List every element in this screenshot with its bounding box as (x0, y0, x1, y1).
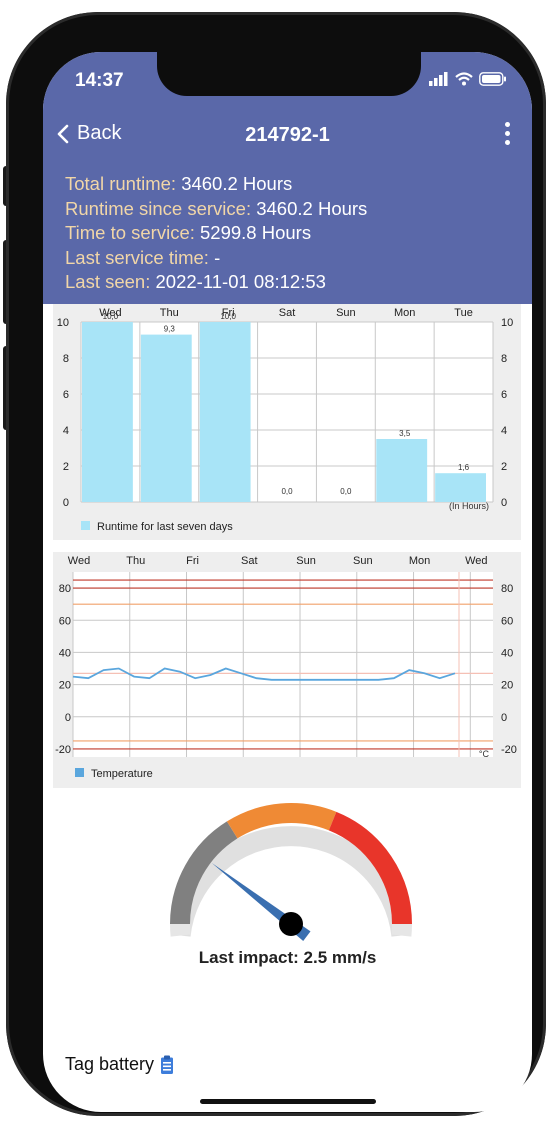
impact-gauge (161, 794, 421, 954)
data-label: 0,0 (340, 487, 352, 496)
x-tick-label: Sat (279, 307, 296, 319)
legend-label: Temperature (91, 768, 153, 780)
info-value: 3460.2 Hours (256, 197, 368, 219)
device-info: Total runtime: 3460.2 Hours Runtime sinc… (65, 172, 367, 295)
info-time-to-service: Time to service: 5299.8 Hours (65, 221, 367, 246)
runtime-chart: 0 0 2 2 4 4 6 6 8 8 10 10 Wed 10,0 Thu 9,3 Fri 10,0 Sat 0,0… (53, 304, 521, 540)
info-runtime-since-service: Runtime since service: 3460.2 Hours (65, 197, 367, 222)
y-tick-label-right: 2 (501, 461, 507, 473)
x-tick-label: Sun (353, 555, 373, 567)
x-tick-label: Mon (394, 307, 415, 319)
bar (435, 473, 486, 502)
y-tick-label: 10 (57, 317, 69, 329)
temperature-chart-svg: Wed Thu Fri Sat Sun Sun Mon Wed -20 -20 0 0 20 20 40 40… (55, 555, 517, 780)
legend-swatch (75, 768, 84, 777)
y-tick-label: 20 (59, 680, 71, 692)
legend-swatch (81, 521, 90, 530)
info-value: - (214, 246, 221, 268)
page-title: 214792-1 (245, 124, 330, 146)
y-tick-label-right: 80 (501, 583, 513, 595)
tag-battery: Tag battery (65, 1054, 174, 1075)
x-tick-label: Tue (454, 307, 473, 319)
x-tick-label: Wed (68, 555, 90, 567)
data-label: 9,3 (164, 325, 176, 334)
bar (376, 439, 428, 502)
bar (140, 334, 192, 502)
y-tick-label: 8 (63, 353, 69, 365)
x-tick-label: Thu (160, 307, 179, 319)
bar (199, 322, 251, 502)
legend-label: Runtime for last seven days (97, 521, 233, 533)
info-value: 3460.2 Hours (181, 173, 293, 194)
clipboard-battery-icon (161, 1055, 174, 1074)
y-tick-label: 40 (59, 647, 71, 659)
x-tick-label: Mon (409, 555, 430, 567)
y-tick-label-right: 40 (501, 647, 513, 659)
x-tick-label: Sun (336, 307, 356, 319)
gauge-pivot (279, 912, 303, 936)
notch (157, 52, 421, 96)
y-tick-label-right: 10 (501, 317, 513, 329)
data-label: 10,0 (103, 312, 119, 321)
unit-label: °C (479, 749, 490, 759)
x-tick-label: Sun (296, 555, 316, 567)
y-tick-label-right: 4 (501, 425, 507, 437)
bar (82, 322, 133, 502)
temperature-chart: Wed Thu Fri Sat Sun Sun Mon Wed -20 -20 0 0 20 20 40 40… (53, 552, 521, 788)
info-label: Last service time: (65, 246, 209, 268)
plot-area (73, 572, 493, 757)
battery-status-icon (479, 72, 506, 86)
info-label: Runtime since service: (65, 197, 252, 219)
gauge-end-cap (391, 923, 413, 937)
impact-gauge-svg (169, 803, 413, 941)
data-label: 0,0 (281, 487, 293, 496)
info-value: 2022-11-01 08:12:53 (155, 271, 326, 292)
y-tick-label-right: 0 (501, 497, 507, 509)
data-label: 3,5 (399, 429, 411, 438)
x-tick-label: Fri (186, 555, 199, 567)
app-header: 14:37 Back 214792-1 Total runtime: 3460.… (43, 52, 532, 304)
y-tick-label: 0 (65, 712, 71, 724)
status-time: 14:37 (75, 70, 124, 91)
y-tick-label: 0 (63, 497, 69, 509)
unit-label: (In Hours) (449, 501, 489, 511)
runtime-chart-svg: 0 02 24 46 68 810 10Wed10,0 Thu9,3Fri10,0 Sat0,0… (57, 307, 514, 533)
last-impact-text: Last impact: 2.5 mm/s (198, 948, 377, 967)
y-tick-label-right: 0 (501, 712, 507, 724)
info-label: Time to service: (65, 222, 195, 243)
tag-battery-label: Tag battery (65, 1054, 155, 1074)
info-label: Last seen: (65, 271, 151, 292)
wifi-icon (455, 72, 473, 86)
x-tick-label: Wed (465, 555, 487, 567)
data-label: 1,6 (458, 463, 470, 472)
home-indicator (200, 1099, 376, 1104)
info-value: 5299.8 Hours (200, 222, 312, 243)
info-last-service-time: Last service time: - (65, 246, 367, 271)
y-tick-label: 6 (63, 389, 69, 401)
y-tick-label: 4 (63, 425, 69, 437)
y-tick-label-right: 8 (501, 353, 507, 365)
data-label: 10,0 (220, 312, 236, 321)
y-tick-label-right: -20 (501, 744, 517, 756)
status-icons (429, 72, 507, 86)
more-options-icon[interactable] (501, 122, 513, 148)
y-tick-label-right: 6 (501, 389, 507, 401)
y-tick-label: 60 (59, 615, 71, 627)
y-tick-label-right: 20 (501, 680, 513, 692)
info-last-seen: Last seen: 2022-11-01 08:12:53 (65, 270, 367, 295)
phone-frame: 14:37 Back 214792-1 Total runtime: 3460.… (6, 12, 546, 1116)
y-tick-label-right: 60 (501, 615, 513, 627)
signal-icon (429, 72, 448, 86)
y-tick-label: -20 (55, 744, 71, 756)
y-tick-label: 2 (63, 461, 69, 473)
info-total-runtime: Total runtime: 3460.2 Hours (65, 172, 367, 197)
x-tick-label: Thu (126, 555, 145, 567)
gauge-end-cap (169, 923, 191, 937)
y-tick-label: 80 (59, 583, 71, 595)
info-label: Total runtime: (65, 173, 177, 194)
app-screen: 14:37 Back 214792-1 Total runtime: 3460.… (43, 52, 532, 1112)
x-tick-label: Sat (241, 555, 258, 567)
